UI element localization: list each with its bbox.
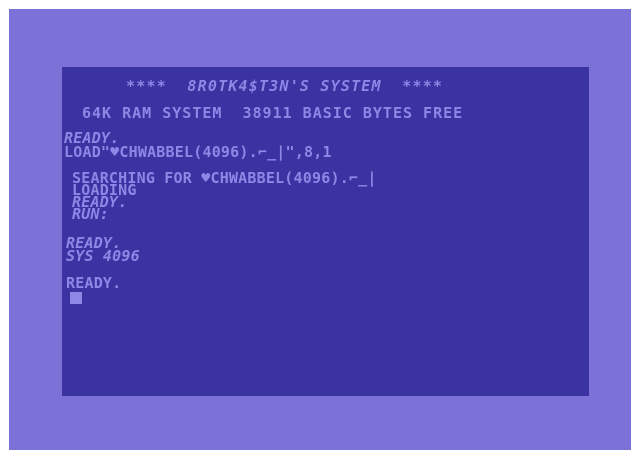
text-cursor — [70, 292, 82, 304]
load-command: LOAD"♥CHWABBEL(4096).⌐_|",8,1 — [64, 143, 332, 161]
ready-prompt-4: READY. — [66, 274, 122, 292]
c64-screen[interactable]: **** 8R0TK4$T3N'S SYSTEM **** 64K RAM SY… — [62, 67, 589, 396]
memory-info: 64K RAM SYSTEM 38911 BASIC BYTES FREE — [82, 104, 464, 122]
run-command: RUN: — [72, 205, 109, 223]
system-banner: **** 8R0TK4$T3N'S SYSTEM **** — [126, 77, 444, 95]
sys-command: SYS 4096 — [66, 247, 140, 265]
